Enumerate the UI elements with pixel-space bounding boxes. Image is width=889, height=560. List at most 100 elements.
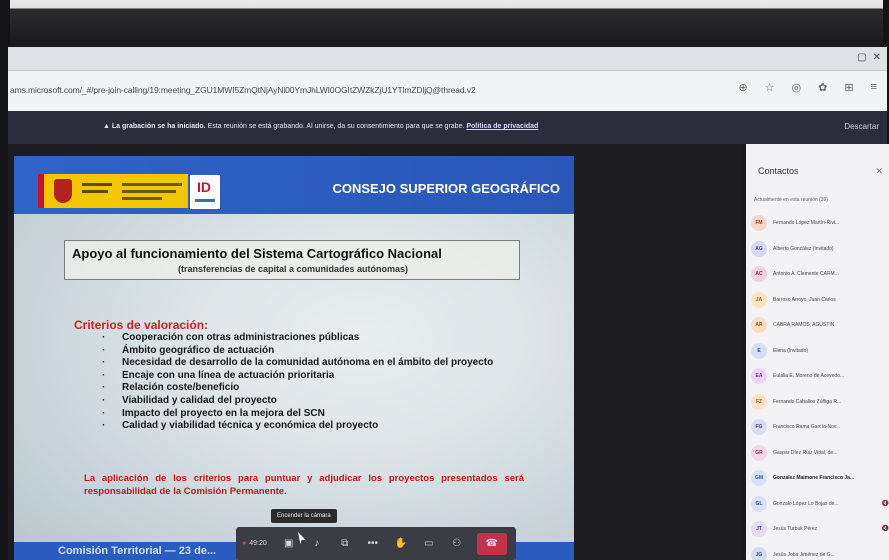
close-panel-button[interactable]: ✕: [875, 166, 883, 177]
contact-list-item[interactable]: FZ Fernando Caballos Zúñiga R...: [751, 393, 889, 414]
contact-name: Gonzalez Maimone Francisco Ja...: [773, 475, 855, 481]
avatar: JA: [751, 291, 767, 308]
window-controls: ▢ ✕: [857, 52, 881, 63]
hang-up-button[interactable]: ☎: [476, 532, 507, 555]
contact-list-item[interactable]: GL Gonzalo López Lo Bojas de... 🔇: [751, 495, 889, 516]
zoom-icon[interactable]: ⊕: [738, 81, 747, 94]
contact-list-item[interactable]: AR CABRA RAMOS, AGUSTIN: [751, 317, 889, 337]
criteria-list: · Cooperación con otras administraciones …: [102, 332, 522, 433]
avatar: FG: [751, 419, 767, 435]
avatar: JT: [751, 521, 767, 537]
contact-list-item[interactable]: JA Barroso Arroyo, Juan Carlos: [751, 291, 889, 312]
avatar: AC: [751, 266, 767, 282]
slide-bottom-text: Comisión Territorial — 23 de...: [58, 545, 217, 557]
contact-name: Fernando López Martín-Rivi...: [773, 220, 840, 226]
tabs-icon[interactable]: ⊞: [844, 81, 853, 94]
muted-mic-icon: 🔇: [881, 526, 889, 532]
contact-list-item[interactable]: EA Eulalia E. Moreno de Acevedo...: [751, 368, 889, 388]
monitor-bezel-top: [0, 0, 889, 48]
dismiss-banner-button[interactable]: Descartar: [844, 122, 879, 131]
favorite-icon[interactable]: ☆: [765, 81, 775, 94]
criteria-heading: Criterios de valoración:: [74, 318, 209, 332]
recording-banner-text: ▲ La grabación se ha iniciado. Esta reun…: [103, 123, 538, 130]
contact-list-item[interactable]: GR Gaspar Díez Ruiz Vidal, de...: [751, 444, 889, 465]
recording-indicator-icon: ●: [242, 540, 247, 547]
avatar: E: [751, 342, 767, 359]
muted-mic-icon: 🔇: [881, 500, 889, 507]
privacy-policy-link[interactable]: Política de privacidad: [466, 123, 538, 130]
url-field[interactable]: ams.microsoft.com/_#/pre-join-calling/19…: [10, 85, 476, 95]
contacts-panel: Contactos ✕ Actualmente en esta reunión …: [746, 144, 889, 560]
contact-list-item[interactable]: JT Jesús Turbuk Pérez 🔇: [751, 521, 889, 541]
contact-name: Francisco Rama García-Nov...: [773, 424, 841, 430]
criteria-item: · Calidad y viabilidad técnica y económic…: [102, 420, 379, 432]
criteria-item: · Impacto del proyecto en la mejora del S…: [102, 407, 325, 419]
meeting-toolbar: ● 49:20 ▣ ♪ ⧉ ••• ✋ ▭ ⚇ ☎: [236, 527, 516, 560]
close-icon[interactable]: ✕: [873, 52, 881, 63]
slide-footer-note: La aplicación de los criterios para punt…: [84, 473, 524, 497]
contact-name: Barroso Arroyo, Juan Carlos: [773, 296, 836, 303]
warning-icon: ▲: [103, 123, 112, 130]
government-logo: [38, 174, 188, 208]
contact-name: Fernando Caballos Zúñiga R...: [773, 398, 842, 405]
raise-hand-button[interactable]: ✋: [389, 532, 413, 556]
recording-notice-text: Esta reunión se está grabando. Al unirse…: [205, 123, 467, 130]
contact-name: Gaspar Díez Ruiz Vidal, de...: [773, 449, 838, 456]
recording-started-label: La grabación se ha iniciado.: [111, 123, 206, 130]
contact-name: Alberto González (Invitado): [773, 245, 834, 252]
chat-button[interactable]: ▭: [417, 532, 441, 556]
avatar: GR: [751, 444, 767, 461]
criteria-item: · Relación coste/beneficio: [102, 382, 240, 394]
browser-tab-bar: ▢ ✕: [8, 47, 887, 71]
collections-icon[interactable]: ✿: [818, 81, 827, 94]
avatar: FZ: [751, 393, 767, 410]
contact-list-item[interactable]: AG Alberto González (Invitado): [751, 240, 889, 261]
contact-list-item[interactable]: AC Antonio A. Clemente CARM...: [751, 266, 889, 286]
contact-list-item[interactable]: E Elena (Invitado): [751, 342, 889, 363]
contact-list-item[interactable]: FM Fernando López Martín-Rivi...: [751, 215, 889, 235]
avatar: GL: [751, 495, 767, 512]
avatar: AR: [751, 317, 767, 333]
contact-name: Gonzalo López Lo Bojas de...: [773, 500, 839, 507]
share-button[interactable]: ⧉: [333, 532, 357, 556]
camera-button[interactable]: ▣: [277, 532, 301, 556]
contacts-panel-title: Contactos: [758, 166, 799, 176]
contact-name: CABRA RAMOS, AGUSTIN: [773, 322, 835, 328]
avatar: FM: [751, 215, 767, 231]
contact-list-item[interactable]: JG Jesús Joba Jiménez de G...: [751, 546, 889, 560]
slide-title: Apoyo al funcionamiento del Sistema Cart…: [72, 246, 442, 261]
criteria-item: · Cooperación con otras administraciones …: [102, 332, 360, 343]
participants-count-label[interactable]: Actualmente en esta reunión (39): [754, 197, 828, 203]
slide-title-box: Apoyo al funcionamiento del Sistema Cart…: [64, 240, 520, 280]
menu-icon[interactable]: ≡: [871, 81, 877, 94]
shared-presentation-slide: ID CONSEJO SUPERIOR GEOGRÁFICO Apoyo al …: [14, 156, 574, 560]
coat-of-arms-icon: [54, 179, 72, 203]
mic-button[interactable]: ♪: [305, 532, 329, 556]
slide-header: ID CONSEJO SUPERIOR GEOGRÁFICO: [14, 156, 574, 214]
contact-list-item[interactable]: FG Francisco Rama García-Nov...: [751, 419, 889, 439]
ign-logo: ID: [190, 175, 220, 209]
criteria-item: · Necesidad de desarrollo de la comunidad…: [102, 357, 494, 369]
slide-organization-title: CONSEJO SUPERIOR GEOGRÁFICO: [332, 181, 560, 196]
slide-subtitle: (transferencias de capital a comunidades…: [177, 264, 409, 274]
meeting-timer: ● 49:20: [242, 540, 267, 547]
extension-icon[interactable]: ◎: [792, 81, 802, 94]
address-bar-icons: ⊕ ☆ ◎ ✿ ⊞ ≡: [738, 81, 877, 94]
more-button[interactable]: •••: [361, 532, 385, 556]
avatar: AG: [751, 240, 767, 257]
contact-name: Jesús Turbuk Pérez: [773, 526, 818, 532]
contact-list-item[interactable]: GM Gonzalez Maimone Francisco Ja...: [751, 470, 889, 490]
criteria-item: · Encaje con una línea de actuación prior…: [102, 369, 335, 381]
criteria-item: · Ámbito geográfico de actuación: [102, 344, 275, 356]
camera-tooltip: Encender la cámara: [271, 509, 337, 523]
contact-name: Eulalia E. Moreno de Acevedo...: [773, 373, 845, 379]
avatar: GM: [751, 470, 767, 486]
contact-name: Elena (Invitado): [773, 347, 809, 354]
contact-name: Antonio A. Clemente CARM...: [773, 271, 839, 277]
avatar: JG: [751, 546, 767, 560]
browser-address-bar: ams.microsoft.com/_#/pre-join-calling/19…: [8, 71, 887, 111]
contact-name: Jesús Joba Jiménez de G...: [773, 551, 835, 558]
maximize-icon[interactable]: ▢: [857, 52, 866, 63]
participants-button[interactable]: ⚇: [445, 532, 469, 556]
criteria-item: · Viabilidad y calidad del proyecto: [102, 394, 277, 406]
